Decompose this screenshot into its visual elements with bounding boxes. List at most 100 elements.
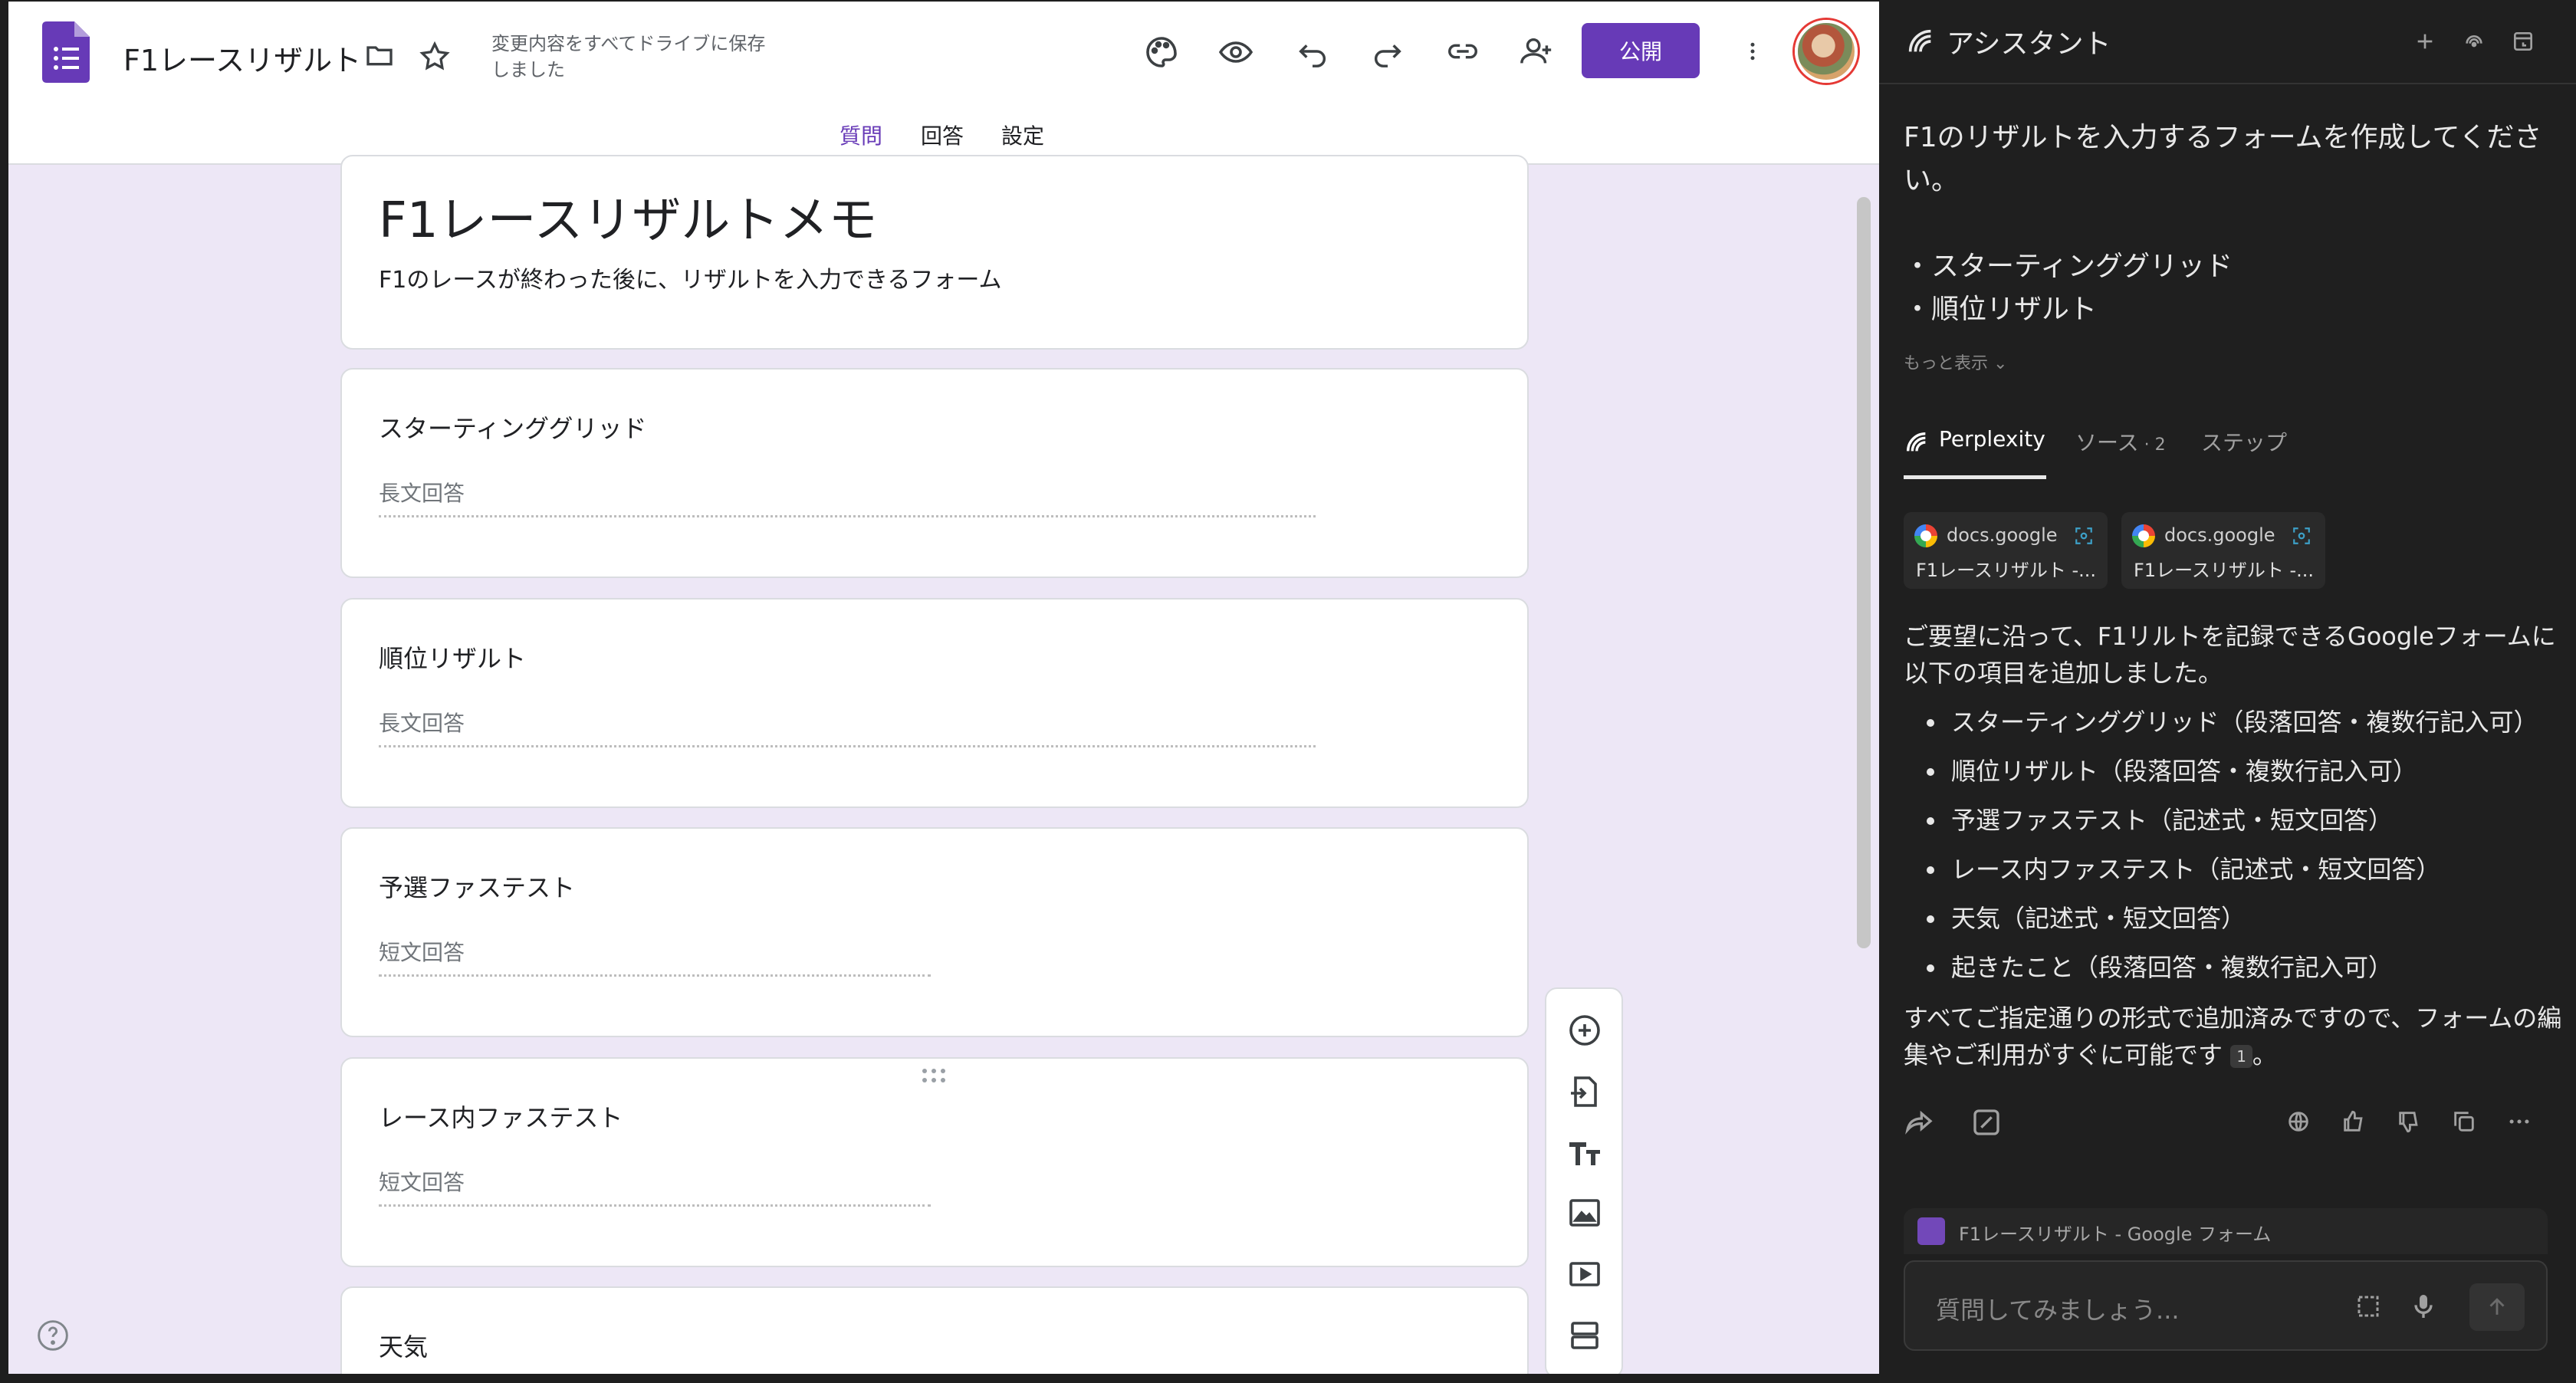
add-section-icon[interactable] <box>1566 1317 1603 1354</box>
divider <box>1879 83 2576 84</box>
question-card[interactable]: 天気 <box>340 1286 1529 1374</box>
answer-hint: 長文回答 <box>379 481 465 506</box>
undo-icon[interactable] <box>1295 34 1330 69</box>
scrollbar-thumb[interactable] <box>1857 197 1871 948</box>
sources-count-value: 2 <box>2154 435 2166 455</box>
context-label: F1レースリザルト - Google フォーム <box>1959 1224 2272 1245</box>
form-header-card[interactable]: F1レースリザルトメモ F1のレースが終わった後に、リザルトを入力できるフォーム <box>340 155 1529 350</box>
preview-eye-icon[interactable] <box>1217 34 1255 71</box>
floating-toolbar <box>1545 987 1623 1374</box>
question-title: 順位リザルト <box>379 644 527 673</box>
active-tab-indicator <box>1904 475 2046 479</box>
list-item: 天気（記述式・短文回答） <box>1904 894 2563 943</box>
source-title: F1レースリザルト -... <box>1916 560 2097 581</box>
star-icon[interactable] <box>418 40 452 74</box>
folder-icon[interactable] <box>363 40 396 71</box>
context-chip[interactable]: F1レースリザルト - Google フォーム <box>1904 1208 2548 1254</box>
more-horiz-icon[interactable] <box>2506 1109 2532 1135</box>
show-more-label: もっと表示 <box>1904 354 1989 373</box>
add-title-icon[interactable] <box>1566 1135 1603 1171</box>
tab-sources-label: ソース <box>2075 430 2139 455</box>
answer-intro: ご要望に沿って、F1リルトを記録できるGoogleフォームに以下の項目を追加しま… <box>1904 622 2556 688</box>
source-card[interactable]: docs.google F1レースリザルト -... <box>2121 512 2325 589</box>
answer-hint: 短文回答 <box>379 1170 465 1195</box>
app-window: F1レースリザルト 変更内容をすべてドライブに保存しました 公開 質問 回答 設… <box>0 0 2576 1383</box>
question-title: 天気 <box>379 1332 429 1362</box>
add-video-icon[interactable] <box>1566 1256 1603 1293</box>
google-icon <box>2132 524 2155 547</box>
source-domain: docs.google <box>1947 524 2058 546</box>
screenshot-icon <box>2074 526 2094 546</box>
list-item: 予選ファステスト（記述式・短文回答） <box>1904 796 2563 845</box>
tab-settings[interactable]: 設定 <box>1001 120 1044 150</box>
add-question-icon[interactable] <box>1566 1012 1603 1049</box>
add-image-icon[interactable] <box>1566 1194 1603 1231</box>
add-collaborator-icon[interactable] <box>1517 34 1556 69</box>
history-icon[interactable] <box>2511 29 2535 54</box>
publish-button[interactable]: 公開 <box>1582 23 1700 78</box>
answer-end: 。 <box>2252 1040 2277 1069</box>
microphone-icon[interactable] <box>2408 1291 2439 1322</box>
answer-hint: 長文回答 <box>379 711 465 736</box>
ask-input[interactable]: 質問してみましょう... <box>1904 1260 2548 1351</box>
prompt-line: ・順位リザルト <box>1904 294 2098 325</box>
list-item: 起きたこと（段落回答・複数行記入可） <box>1904 943 2563 992</box>
question-card[interactable]: 予選ファステスト 短文回答 <box>340 827 1529 1037</box>
tab-questions[interactable]: 質問 <box>840 120 882 150</box>
source-title: F1レースリザルト -... <box>2134 560 2315 581</box>
question-card[interactable]: レース内ファステスト 短文回答 <box>340 1057 1529 1267</box>
prompt-line <box>1904 202 2548 245</box>
copy-icon[interactable] <box>2451 1109 2477 1135</box>
prompt-line: F1のリザルトを入力するフォームを作成してください。 <box>1904 122 2542 196</box>
assistant-panel: アシスタント F1のリザルトを入力するフォームを作成してください。 ・スターティ… <box>1879 0 2576 1383</box>
edit-icon[interactable] <box>1971 1107 2002 1138</box>
tab-perplexity[interactable]: Perplexity <box>1939 426 2045 452</box>
broadcast-icon[interactable] <box>2462 29 2486 54</box>
list-item: 順位リザルト（段落回答・複数行記入可） <box>1904 747 2563 796</box>
document-title[interactable]: F1レースリザルト <box>123 37 361 79</box>
thumbs-up-icon[interactable] <box>2341 1109 2367 1135</box>
question-card[interactable]: スターティンググリッド 長文回答 <box>340 368 1529 578</box>
more-vert-icon[interactable] <box>1741 34 1764 69</box>
assistant-answer: ご要望に沿って、F1リルトを記録できるGoogleフォームに以下の項目を追加しま… <box>1904 618 2563 1073</box>
citation-badge[interactable]: 1 <box>2230 1045 2252 1068</box>
drag-handle-icon[interactable] <box>918 1066 949 1085</box>
palette-icon[interactable] <box>1143 34 1180 71</box>
show-more-link[interactable]: もっと表示 ⌄ <box>1904 350 2007 374</box>
help-icon[interactable] <box>36 1319 70 1352</box>
answer-line <box>379 1204 931 1207</box>
thumbs-down-icon[interactable] <box>2396 1109 2422 1135</box>
google-icon <box>1914 524 1937 547</box>
list-item: レース内ファステスト（記述式・短文回答） <box>1904 845 2563 894</box>
send-button[interactable] <box>2469 1283 2525 1331</box>
perplexity-tab-icon <box>1904 429 1930 455</box>
answer-line <box>379 515 1316 517</box>
question-card[interactable]: 順位リザルト 長文回答 <box>340 598 1529 808</box>
chevron-down-icon: ⌄ <box>1993 354 2008 373</box>
tab-steps[interactable]: ステップ <box>2201 426 2287 457</box>
globe-icon[interactable] <box>2285 1109 2312 1135</box>
source-card[interactable]: docs.google F1レースリザルト -... <box>1904 512 2108 589</box>
tab-sources[interactable]: ソース · 2 <box>2075 426 2166 457</box>
redo-icon[interactable] <box>1370 34 1405 69</box>
screenshot-icon <box>2292 526 2312 546</box>
forms-logo-icon[interactable] <box>42 21 90 83</box>
answer-hint: 短文回答 <box>379 940 465 965</box>
prompt-line: ・スターティンググリッド <box>1904 251 2233 282</box>
new-chat-icon[interactable] <box>2413 29 2437 54</box>
share-icon[interactable] <box>1904 1107 1934 1138</box>
answer-line <box>379 974 931 977</box>
question-title: レース内ファステスト <box>379 1103 623 1132</box>
link-icon[interactable] <box>1444 34 1482 69</box>
tab-responses[interactable]: 回答 <box>921 120 964 150</box>
import-questions-icon[interactable] <box>1566 1073 1603 1110</box>
avatar[interactable] <box>1795 20 1858 83</box>
form-title[interactable]: F1レースリザルトメモ <box>379 181 877 251</box>
user-prompt: F1のリザルトを入力するフォームを作成してください。 ・スターティンググリッド … <box>1904 117 2548 331</box>
screen-select-icon[interactable] <box>2354 1293 2382 1320</box>
answer-outro: すべてご指定通りの形式で追加済みですので、フォームの編集やご利用がすぐに可能です… <box>1904 1000 2563 1073</box>
answer-line <box>379 745 1316 747</box>
form-description[interactable]: F1のレースが終わった後に、リザルトを入力できるフォーム <box>379 261 1001 294</box>
assistant-title: アシスタント <box>1947 28 2111 60</box>
save-status: 変更内容をすべてドライブに保存しました <box>491 33 766 80</box>
